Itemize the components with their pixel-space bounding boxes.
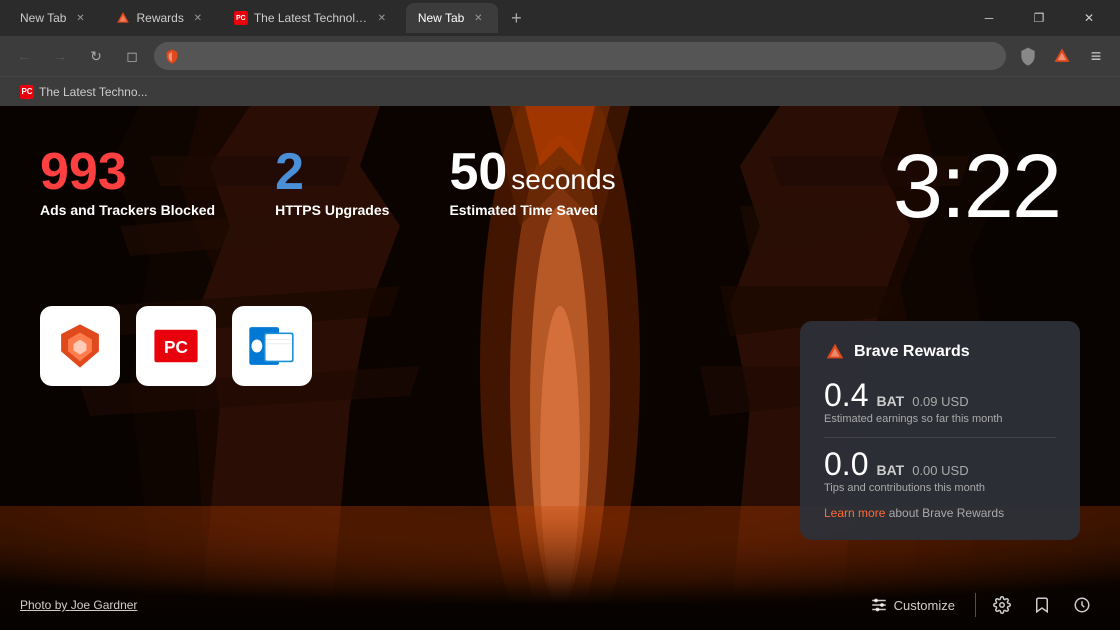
shortcut-outlook[interactable] — [232, 306, 312, 386]
tab-close-4[interactable]: ✕ — [470, 10, 486, 26]
stats-overlay: 993 Ads and Trackers Blocked 2 HTTPS Upg… — [40, 146, 616, 218]
tab-rewards[interactable]: Rewards ✕ — [104, 3, 217, 33]
shortcut-brave[interactable] — [40, 306, 120, 386]
pcmag-favicon: PC — [234, 11, 248, 25]
customize-button[interactable]: Customize — [858, 590, 967, 620]
rewards-earnings-row: 0.4 BAT 0.09 USD Estimated earnings so f… — [824, 379, 1056, 425]
tips-bat-label: BAT — [876, 463, 904, 477]
minimize-button[interactable]: ─ — [966, 3, 1012, 33]
history-icon — [1073, 596, 1091, 614]
brave-rewards-bar-icon[interactable] — [1048, 42, 1076, 70]
bar-actions: ≡ — [1014, 42, 1110, 70]
tab-label: Rewards — [136, 11, 183, 25]
gear-icon — [993, 596, 1011, 614]
bookmarks-icon — [1033, 596, 1051, 614]
tab-close-1[interactable]: ✕ — [72, 10, 88, 26]
rewards-panel: Brave Rewards 0.4 BAT 0.09 USD Estimated… — [800, 321, 1080, 540]
rewards-triangle-icon — [1052, 46, 1072, 66]
time-number: 50seconds — [449, 146, 615, 198]
favorites-bar: PC The Latest Techno... — [0, 76, 1120, 106]
learn-more-link[interactable]: Learn more — [824, 506, 885, 520]
earnings-sublabel: Estimated earnings so far this month — [824, 413, 1056, 425]
brave-shortcut-icon — [53, 319, 107, 373]
rewards-header-icon — [824, 341, 846, 363]
bookmark-button[interactable]: ◻ — [118, 42, 146, 70]
https-number: 2 — [275, 146, 389, 198]
ads-blocked-label: Ads and Trackers Blocked — [40, 202, 215, 218]
shortcut-pcmag[interactable]: PC — [136, 306, 216, 386]
tab-new-tab-4[interactable]: New Tab ✕ — [406, 3, 498, 33]
tips-usd-label: 0.00 USD — [912, 464, 968, 477]
window-controls: ─ ❐ ✕ — [966, 3, 1112, 33]
back-button[interactable]: ← — [10, 42, 38, 70]
tab-label: New Tab — [20, 11, 66, 25]
time-label: Estimated Time Saved — [449, 202, 615, 218]
settings-button[interactable] — [984, 587, 1020, 623]
learn-more-section: Learn more about Brave Rewards — [824, 506, 1056, 520]
bottom-bar: Photo by Joe Gardner Customize — [0, 580, 1120, 630]
restore-button[interactable]: ❐ — [1016, 3, 1062, 33]
photographer-link[interactable]: Joe Gardner — [71, 598, 138, 612]
address-bar: ← → ↻ ◻ ≡ — [0, 36, 1120, 76]
rewards-title: Brave Rewards — [854, 343, 970, 361]
bottom-separator — [975, 593, 976, 617]
tab-pcmag[interactable]: PC The Latest Technology Product R ✕ — [222, 3, 402, 33]
rewards-divider — [824, 437, 1056, 438]
customize-sliders-icon — [870, 596, 888, 614]
rewards-earnings-amount: 0.4 BAT 0.09 USD — [824, 379, 1056, 411]
forward-button[interactable]: → — [46, 42, 74, 70]
tips-sublabel: Tips and contributions this month — [824, 482, 1056, 494]
pcmag-fav-icon: PC — [20, 85, 34, 99]
tab-label: New Tab — [418, 11, 464, 25]
shortcuts-section: PC — [40, 306, 312, 386]
time-saved-stat: 50seconds Estimated Time Saved — [449, 146, 615, 218]
favorites-item-pcmag[interactable]: PC The Latest Techno... — [12, 83, 156, 101]
outlook-shortcut-icon — [245, 319, 299, 373]
earnings-usd-label: 0.09 USD — [912, 395, 968, 408]
tab-new-tab-1[interactable]: New Tab ✕ — [8, 3, 100, 33]
clock-display: 3:22 — [893, 136, 1060, 239]
brave-shield-icon — [164, 48, 180, 64]
refresh-button[interactable]: ↻ — [82, 42, 110, 70]
rewards-favicon — [116, 11, 130, 25]
pcmag-shortcut-icon: PC — [149, 319, 203, 373]
rewards-tips-amount: 0.0 BAT 0.00 USD — [824, 448, 1056, 480]
bottom-actions: Customize — [858, 587, 1100, 623]
tab-close-2[interactable]: ✕ — [190, 10, 206, 26]
https-stat: 2 HTTPS Upgrades — [275, 146, 389, 218]
title-bar: New Tab ✕ Rewards ✕ PC The Latest Techno… — [0, 0, 1120, 36]
menu-button[interactable]: ≡ — [1082, 42, 1110, 70]
time-unit: seconds — [511, 164, 615, 195]
fav-item-label: The Latest Techno... — [39, 85, 148, 99]
ads-blocked-stat: 993 Ads and Trackers Blocked — [40, 146, 215, 218]
rewards-header: Brave Rewards — [824, 341, 1056, 363]
bookmarks-button[interactable] — [1024, 587, 1060, 623]
close-button[interactable]: ✕ — [1066, 3, 1112, 33]
tab-label: The Latest Technology Product R — [254, 11, 368, 25]
main-content: 993 Ads and Trackers Blocked 2 HTTPS Upg… — [0, 106, 1120, 630]
earnings-bat-label: BAT — [876, 394, 904, 408]
brave-shield-bar-icon[interactable] — [1014, 42, 1042, 70]
tab-close-3[interactable]: ✕ — [374, 10, 390, 26]
photo-credit: Photo by Joe Gardner — [20, 598, 137, 612]
shield-icon — [1018, 46, 1038, 66]
customize-label: Customize — [894, 598, 955, 613]
ads-blocked-number: 993 — [40, 146, 215, 198]
rewards-tips-row: 0.0 BAT 0.00 USD Tips and contributions … — [824, 448, 1056, 494]
https-label: HTTPS Upgrades — [275, 202, 389, 218]
url-bar[interactable] — [154, 42, 1006, 70]
history-button[interactable] — [1064, 587, 1100, 623]
url-input[interactable] — [186, 49, 996, 64]
new-tab-button[interactable]: + — [502, 4, 530, 32]
svg-text:PC: PC — [164, 337, 188, 357]
